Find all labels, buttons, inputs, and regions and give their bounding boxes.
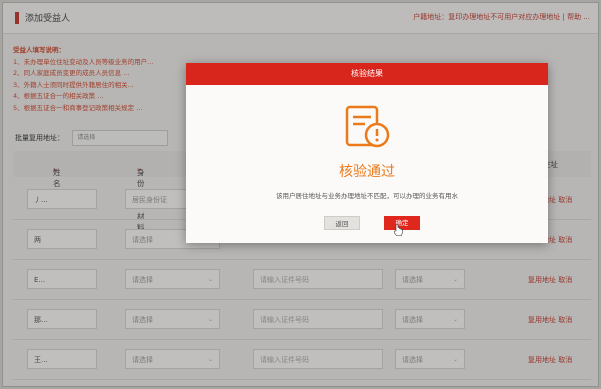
document-warning-icon bbox=[345, 105, 390, 148]
verification-status: 核验通过 bbox=[339, 164, 395, 180]
dialog-body: 核验通过 该用户居住地址与业务办理地址不匹配，可以办理的业务有用水 返回 确定 bbox=[186, 85, 548, 243]
verification-dialog: 核验结果 核验通过 该用户居住地址与业务办理地址不匹配，可以办理的业务有用水 返… bbox=[186, 63, 548, 243]
dialog-title: 核验结果 bbox=[186, 63, 548, 85]
verification-message: 该用户居住地址与业务办理地址不匹配，可以办理的业务有用水 bbox=[276, 192, 458, 200]
hand-cursor-icon bbox=[394, 224, 403, 236]
back-button[interactable]: 返回 bbox=[324, 216, 360, 230]
